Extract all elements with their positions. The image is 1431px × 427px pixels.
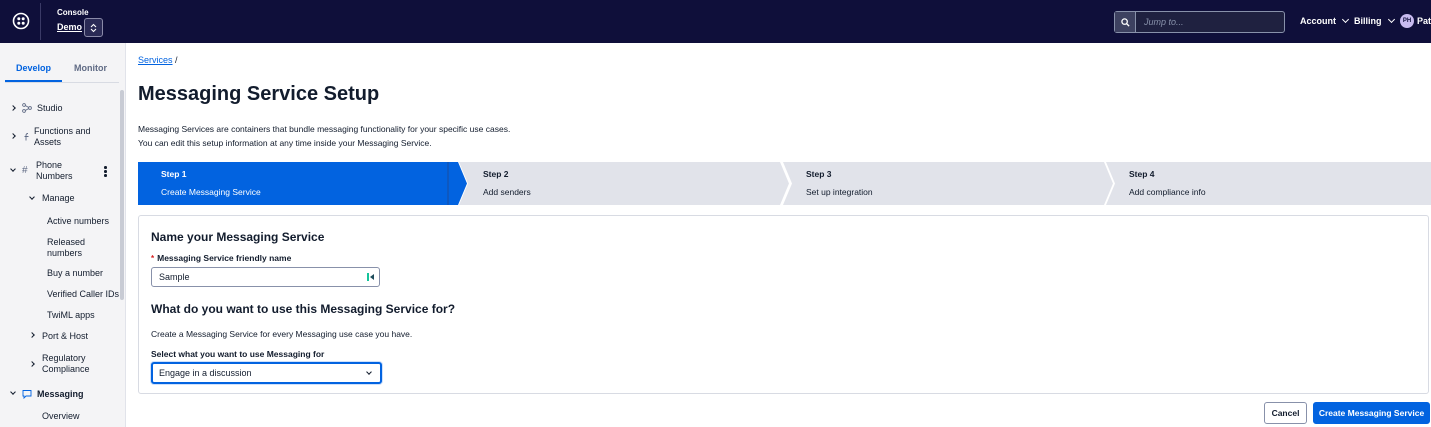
description-line-1: Messaging Services are containers that b… bbox=[138, 124, 511, 134]
chevron-right-icon[interactable] bbox=[29, 332, 35, 338]
friendly-name-label: * Messaging Service friendly name bbox=[151, 253, 291, 263]
up-down-chevron-icon bbox=[90, 23, 97, 32]
sidebar-item-active-numbers[interactable]: Active numbers bbox=[47, 216, 109, 227]
sidebar-item-overview[interactable]: Overview bbox=[42, 411, 80, 422]
hash-icon: # bbox=[22, 165, 28, 176]
sidebar: Develop Monitor Studio Functions and Ass… bbox=[0, 43, 126, 427]
use-case-select-label: Select what you want to use Messaging fo… bbox=[151, 349, 325, 359]
chevron-down-icon bbox=[1387, 15, 1395, 24]
step-1-number: Step 1 bbox=[161, 169, 187, 179]
chevron-right-icon[interactable] bbox=[10, 105, 16, 111]
sidebar-item-buy-number[interactable]: Buy a number bbox=[47, 268, 103, 279]
project-name-link[interactable]: Demo bbox=[57, 22, 82, 32]
sidebar-item-phone-numbers[interactable]: Phone Numbers bbox=[36, 160, 91, 182]
sidebar-item-regulatory-compliance[interactable]: Regulatory Compliance bbox=[42, 353, 102, 375]
sidebar-item-manage[interactable]: Manage bbox=[42, 193, 75, 204]
sidebar-scrollbar[interactable] bbox=[120, 90, 124, 300]
tab-monitor[interactable]: Monitor bbox=[62, 56, 119, 82]
step-2: Step 2 Add senders bbox=[459, 162, 791, 205]
step-1-background bbox=[138, 162, 467, 205]
required-asterisk: * bbox=[151, 254, 155, 263]
sidebar-item-messaging[interactable]: Messaging bbox=[37, 389, 84, 400]
step-1: Step 1 Create Messaging Service bbox=[138, 162, 468, 205]
step-3-label: Set up integration bbox=[806, 187, 873, 197]
step-1-label: Create Messaging Service bbox=[161, 187, 261, 197]
sidebar-item-studio[interactable]: Studio bbox=[37, 103, 63, 114]
setup-stepper: Step 1 Create Messaging Service Step 2 A… bbox=[138, 162, 1431, 205]
use-case-description: Create a Messaging Service for every Mes… bbox=[151, 329, 413, 339]
sidebar-item-twiml-apps[interactable]: TwiML apps bbox=[47, 310, 95, 321]
breadcrumb-services-link[interactable]: Services bbox=[138, 55, 173, 65]
friendly-name-label-text: Messaging Service friendly name bbox=[157, 253, 292, 263]
more-options-icon[interactable] bbox=[104, 166, 107, 178]
use-case-heading: What do you want to use this Messaging S… bbox=[151, 302, 456, 316]
top-bar: Console Demo Account Billing PH Patr bbox=[0, 0, 1431, 43]
project-switcher-button[interactable] bbox=[84, 18, 103, 37]
billing-menu[interactable]: Billing bbox=[1354, 15, 1395, 26]
account-menu-label: Account bbox=[1300, 16, 1336, 26]
search-icon[interactable] bbox=[1115, 12, 1136, 32]
tab-develop[interactable]: Develop bbox=[5, 56, 62, 82]
sidebar-item-functions[interactable]: Functions and Assets bbox=[34, 126, 104, 148]
user-name[interactable]: Patr bbox=[1417, 16, 1431, 26]
console-label: Console bbox=[57, 8, 89, 17]
use-case-select[interactable]: Engage in a discussion bbox=[151, 362, 382, 384]
sidebar-tabs: Develop Monitor bbox=[5, 56, 119, 83]
sidebar-item-released-numbers[interactable]: Released numbers bbox=[47, 237, 102, 259]
grammarly-icon[interactable] bbox=[367, 272, 375, 282]
main-content: Services / Messaging Service Setup Messa… bbox=[126, 43, 1431, 427]
step-2-label: Add senders bbox=[483, 187, 531, 197]
cancel-button[interactable]: Cancel bbox=[1264, 402, 1307, 424]
page-description: Messaging Services are containers that b… bbox=[138, 122, 510, 150]
step-3-number: Step 3 bbox=[806, 169, 832, 179]
chevron-down-icon[interactable] bbox=[29, 194, 35, 200]
functions-icon bbox=[24, 133, 29, 141]
chevron-down-icon bbox=[366, 369, 372, 375]
search-input[interactable] bbox=[1136, 12, 1284, 32]
step-3-background bbox=[783, 162, 1113, 205]
chevron-down-icon[interactable] bbox=[10, 389, 16, 395]
user-avatar[interactable]: PH bbox=[1400, 14, 1414, 28]
billing-menu-label: Billing bbox=[1354, 16, 1382, 26]
chevron-right-icon[interactable] bbox=[10, 133, 16, 139]
step-4: Step 4 Add compliance info bbox=[1106, 162, 1431, 205]
step-4-number: Step 4 bbox=[1129, 169, 1155, 179]
sidebar-item-port-host[interactable]: Port & Host bbox=[42, 331, 88, 342]
studio-icon bbox=[22, 103, 32, 113]
step-4-label: Add compliance info bbox=[1129, 187, 1206, 197]
chevron-right-icon[interactable] bbox=[29, 361, 35, 367]
breadcrumb-separator: / bbox=[175, 55, 178, 65]
use-case-select-value: Engage in a discussion bbox=[159, 368, 252, 378]
messaging-icon bbox=[22, 390, 32, 399]
step-3: Step 3 Set up integration bbox=[783, 162, 1115, 205]
jump-to-search bbox=[1114, 11, 1285, 33]
breadcrumb: Services / bbox=[138, 55, 178, 65]
logo-divider bbox=[40, 3, 41, 40]
create-messaging-service-button[interactable]: Create Messaging Service bbox=[1313, 402, 1430, 424]
chevron-down-icon bbox=[1341, 15, 1350, 24]
step-2-number: Step 2 bbox=[483, 169, 509, 179]
form-heading: Name your Messaging Service bbox=[151, 230, 325, 244]
sidebar-item-verified-caller-ids[interactable]: Verified Caller IDs bbox=[47, 289, 119, 300]
friendly-name-field bbox=[151, 267, 380, 287]
twilio-logo-icon[interactable] bbox=[12, 12, 30, 30]
chevron-down-icon[interactable] bbox=[10, 166, 16, 172]
friendly-name-input[interactable] bbox=[152, 272, 367, 282]
page-title: Messaging Service Setup bbox=[138, 83, 380, 105]
description-line-2: You can edit this setup information at a… bbox=[138, 138, 432, 148]
account-menu[interactable]: Account bbox=[1300, 15, 1350, 26]
setup-form-card: Name your Messaging Service * Messaging S… bbox=[138, 215, 1429, 394]
